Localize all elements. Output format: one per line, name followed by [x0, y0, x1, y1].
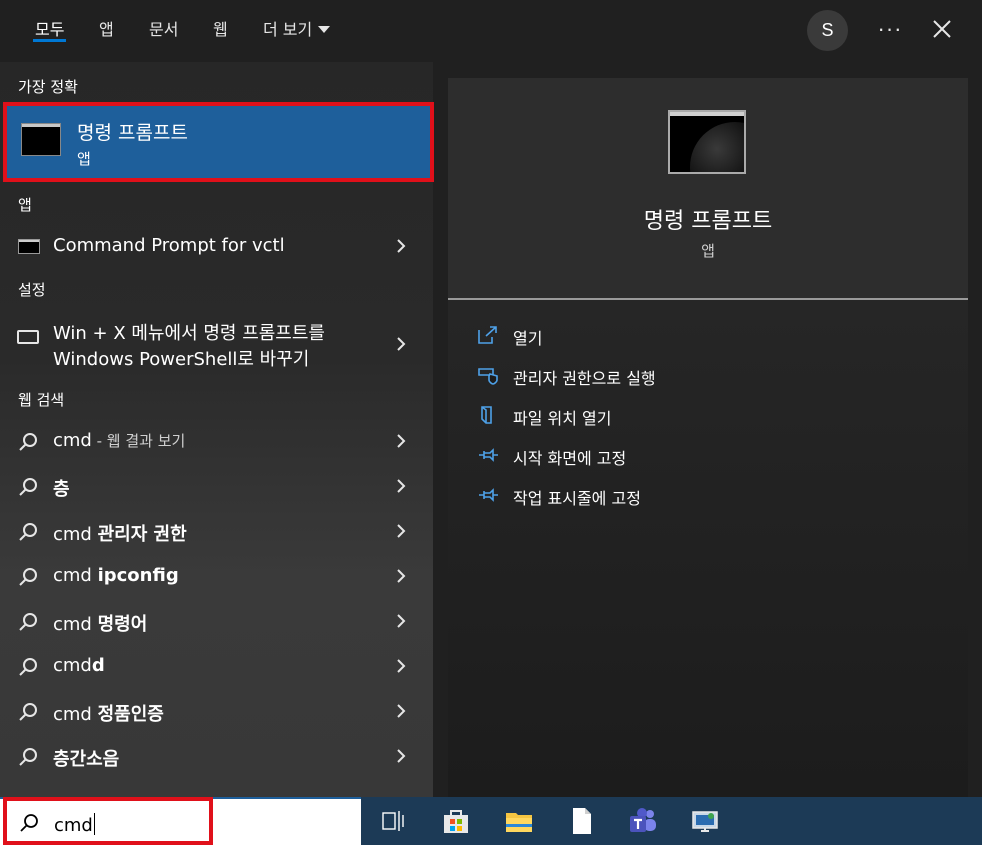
web-item-label: cmdd — [53, 655, 105, 676]
tab-web[interactable]: 웹 — [213, 0, 228, 62]
action-label: 시작 화면에 고정 — [513, 449, 627, 468]
section-apps: 앱 — [18, 196, 32, 214]
search-input-value[interactable]: cmd — [54, 813, 95, 836]
tab-bar: 모두 앱 문서 웹 더 보기 S ··· — [0, 0, 982, 62]
web-item[interactable]: cmd ipconfig — [0, 554, 433, 598]
app-item-command-prompt-vctl[interactable]: Command Prompt for vctl — [0, 224, 433, 268]
command-prompt-icon — [18, 239, 40, 254]
more-icon[interactable]: ··· — [872, 16, 908, 44]
chevron-right-icon — [397, 749, 406, 763]
results-list: 가장 정확 명령 프롬프트 앱 앱 Command Prompt for vct… — [0, 62, 434, 797]
search-icon — [19, 523, 37, 541]
chevron-right-icon — [397, 524, 406, 538]
tab-all[interactable]: 모두 — [32, 0, 67, 62]
web-item-label: cmd - 웹 결과 보기 — [53, 430, 185, 451]
web-query-suffix: - 웹 결과 보기 — [91, 432, 186, 450]
web-item[interactable]: cmd 관리자 권한 — [0, 509, 433, 553]
best-match-item[interactable]: 명령 프롬프트 앱 — [3, 102, 434, 182]
close-icon[interactable] — [927, 14, 957, 44]
chevron-right-icon — [397, 337, 406, 351]
chevron-right-icon — [397, 659, 406, 673]
pin-icon — [479, 448, 498, 462]
web-item-bold: d — [91, 655, 105, 676]
action-label: 열기 — [513, 329, 543, 348]
web-item-plain: cmd — [53, 524, 98, 545]
web-item-label: cmd ipconfig — [53, 565, 179, 586]
chevron-right-icon — [397, 614, 406, 628]
chevron-right-icon — [397, 239, 406, 253]
app-item-label: Command Prompt for vctl — [53, 235, 285, 256]
web-item-label: cmd 명령어 — [53, 610, 147, 636]
web-item-bold: 층 — [53, 479, 70, 500]
teams-icon[interactable] — [627, 805, 659, 837]
web-item-label: 층간소음 — [53, 745, 119, 771]
search-query: cmd — [54, 815, 93, 836]
text-cursor — [93, 813, 95, 835]
web-item-label: cmd 관리자 권한 — [53, 520, 187, 546]
tab-apps[interactable]: 앱 — [99, 0, 114, 62]
user-avatar-button[interactable]: S — [807, 10, 848, 51]
search-icon — [19, 703, 37, 721]
web-item-bold: 층간소음 — [53, 749, 120, 770]
search-icon — [20, 814, 38, 832]
file-icon[interactable] — [566, 805, 598, 837]
file-location-icon — [481, 406, 492, 424]
web-item-plain: cmd — [53, 655, 92, 676]
chevron-right-icon — [397, 704, 406, 718]
web-item-plain: cmd — [53, 565, 98, 586]
chevron-right-icon — [397, 434, 406, 448]
best-match-title: 명령 프롬프트 — [77, 122, 188, 144]
task-view-icon[interactable] — [377, 805, 409, 837]
settings-item-line2: Windows PowerShell로 바꾸기 — [53, 349, 310, 370]
detail-title: 명령 프롬프트 — [643, 209, 773, 234]
search-icon — [19, 613, 37, 631]
web-item-bold: 명령어 — [97, 614, 148, 635]
web-item[interactable]: cmd 명령어 — [0, 599, 433, 643]
web-item-plain: cmd — [53, 614, 98, 635]
file-explorer-icon[interactable] — [503, 805, 535, 837]
tab-more[interactable]: 더 보기 — [263, 0, 331, 62]
action-label: 파일 위치 열기 — [513, 409, 612, 428]
search-icon — [19, 433, 37, 451]
search-icon — [19, 658, 37, 676]
section-settings: 설정 — [18, 281, 46, 299]
settings-item-powershell[interactable]: Win + X 메뉴에서 명령 프롬프트를 Windows PowerShell… — [0, 314, 433, 374]
web-query: cmd — [53, 430, 92, 451]
monitor-icon — [17, 330, 39, 344]
settings-item-line1: Win + X 메뉴에서 명령 프롬프트를 — [53, 323, 325, 344]
open-icon — [478, 326, 497, 344]
chevron-right-icon — [397, 569, 406, 583]
web-item[interactable]: 층 — [0, 464, 433, 508]
web-item-bold: 정품인증 — [97, 704, 164, 725]
web-item[interactable]: 층간소음 — [0, 734, 433, 778]
command-prompt-icon — [668, 110, 746, 174]
caret-down-icon — [318, 25, 331, 33]
pin-icon — [479, 488, 498, 502]
web-item[interactable]: cmd 정품인증 — [0, 689, 433, 733]
tab-documents[interactable]: 문서 — [149, 0, 178, 62]
tab-more-label: 더 보기 — [263, 20, 313, 39]
search-icon — [19, 478, 37, 496]
action-label: 작업 표시줄에 고정 — [513, 489, 641, 508]
web-item-label: 층 — [53, 475, 70, 501]
shield-icon — [478, 368, 498, 385]
search-icon — [19, 568, 37, 586]
web-item-bold: ipconfig — [97, 565, 179, 586]
web-item-cmd[interactable]: cmd - 웹 결과 보기 — [0, 419, 433, 463]
web-item-label: cmd 정품인증 — [53, 700, 164, 726]
command-prompt-icon — [21, 123, 61, 156]
best-match-subtitle: 앱 — [77, 150, 91, 168]
store-icon[interactable] — [440, 805, 472, 837]
section-web-search: 웹 검색 — [18, 391, 65, 409]
section-best-match: 가장 정확 — [18, 78, 78, 96]
web-item[interactable]: cmdd — [0, 644, 433, 688]
action-label: 관리자 권한으로 실행 — [513, 369, 656, 388]
chevron-right-icon — [397, 479, 406, 493]
web-item-bold: 관리자 권한 — [97, 524, 187, 545]
detail-subtitle: 앱 — [701, 242, 715, 260]
web-item-plain: cmd — [53, 704, 98, 725]
remote-desktop-icon[interactable] — [689, 805, 721, 837]
search-icon — [19, 748, 37, 766]
